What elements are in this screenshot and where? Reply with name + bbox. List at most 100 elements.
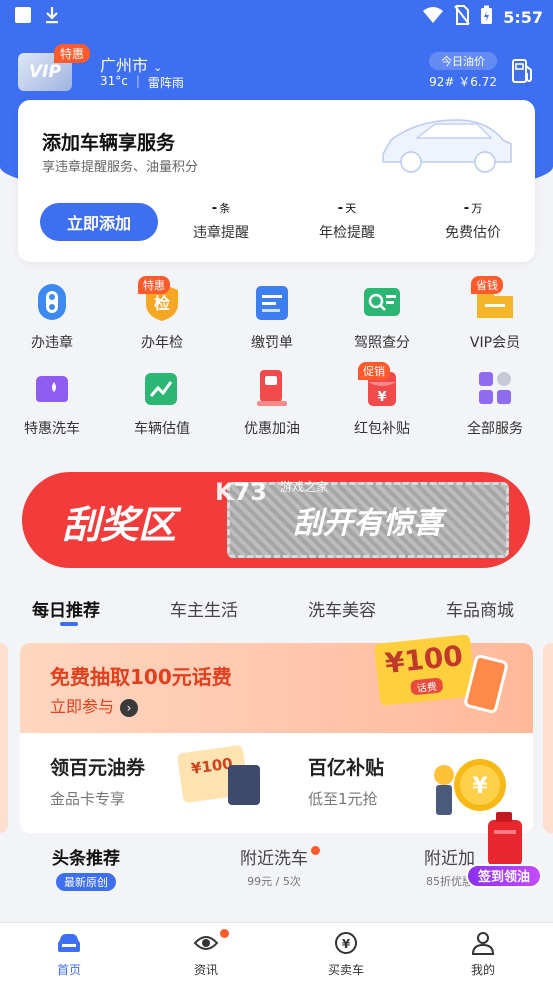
sign-in-label: 签到领油 — [466, 864, 542, 888]
grid-badge: 促销 — [358, 362, 390, 380]
ticket-tag: 话费 — [410, 677, 444, 696]
grid-item-label: 办年检 — [141, 335, 183, 351]
grid-badge: 省钱 — [471, 276, 503, 294]
fuel-can-icon — [484, 810, 528, 872]
violation-icon — [32, 282, 72, 322]
yuan-exchange-icon: ¥ — [333, 932, 359, 959]
nav-label: 首页 — [56, 963, 81, 977]
grid-item-label: 红包补贴 — [354, 421, 410, 437]
nav-profile[interactable]: 我的 — [443, 931, 523, 978]
grid-item-valuation[interactable]: 车辆估值 — [112, 368, 212, 438]
oil-price-value: 92# ￥6.72 — [429, 75, 497, 89]
feed-tab-title: 附近洗车 — [240, 849, 308, 869]
grid-item-label: 车辆估值 — [134, 421, 190, 437]
nav-label: 买卖车 — [327, 963, 364, 977]
feed-tab-headlines[interactable]: 头条推荐 最新原创 — [52, 844, 120, 891]
notification-dot — [311, 846, 320, 855]
nav-news[interactable]: 资讯 — [166, 931, 246, 978]
feed-tab-pill: 最新原创 — [56, 873, 116, 891]
grid-item-all[interactable]: 全部服务 — [445, 368, 545, 438]
grid-item-label: 特惠洗车 — [24, 421, 80, 437]
oil-can-icon — [228, 765, 260, 805]
battery-icon — [480, 5, 493, 29]
promo-cta[interactable]: 立即参与 › — [50, 693, 139, 717]
stat-unit: 条 — [219, 202, 231, 215]
tab-car-wash[interactable]: 洗车美容 — [308, 596, 376, 621]
nav-home[interactable]: 首页 — [29, 931, 109, 978]
grid-item-car-wash[interactable]: 特惠洗车 — [2, 368, 102, 438]
home-car-icon — [56, 934, 82, 959]
svg-text:检: 检 — [154, 294, 170, 313]
watermark-sub: 游戏之家 — [280, 480, 329, 494]
scratch-area-text: 刮开有惊喜 — [293, 506, 443, 541]
grid-item-inspection[interactable]: 特惠 检 办年检 — [112, 276, 212, 352]
sub-promo-fuel-coupon[interactable]: 领百元油券 金品卡专享 — [50, 753, 145, 809]
download-icon — [44, 6, 60, 28]
car-outline-icon — [377, 110, 517, 184]
promo-cta-label: 立即参与 — [50, 697, 115, 716]
stat-label: 违章提醒 — [193, 225, 249, 241]
tab-indicator — [60, 622, 78, 626]
grid-item-fuel[interactable]: 优惠加油 — [222, 368, 322, 438]
tab-owner-life[interactable]: 车主生活 — [170, 596, 238, 621]
nav-label: 资讯 — [193, 963, 218, 977]
car-wash-icon — [32, 368, 72, 408]
tab-mall[interactable]: 车品商城 — [446, 596, 514, 621]
promo-banner[interactable]: 免费抽取100元话费 立即参与 › ¥100 话费 — [20, 634, 533, 733]
grid-item-ticket[interactable]: 缴罚单 — [222, 282, 322, 352]
fuel-icon — [252, 368, 292, 408]
vip-text: VIP — [29, 62, 61, 82]
fuel-pump-icon[interactable] — [511, 58, 535, 88]
grid-item-red-packet[interactable]: 促销 ¥ 红包补贴 — [332, 362, 432, 438]
sub-promo-subsidy[interactable]: 百亿补贴 低至1元抢 — [308, 753, 384, 809]
sub-promo-title: 百亿补贴 — [308, 757, 385, 779]
header: VIP 特惠 广州市 ⌄ 31°c | 雷阵雨 今日油价 92# ￥6.72 — [0, 40, 553, 100]
stat-value: - — [211, 201, 218, 216]
stat-valuation[interactable]: -万 免费估价 — [418, 200, 528, 242]
grid-item-vip[interactable]: 省钱 VIP会员 — [445, 276, 545, 352]
tab-daily[interactable]: 每日推荐 — [32, 596, 100, 621]
city-selector[interactable]: 广州市 ⌄ — [100, 52, 162, 76]
weather: 31°c | 雷阵雨 — [100, 74, 184, 91]
ticket-icon — [252, 282, 292, 322]
weather-text: 雷阵雨 — [147, 76, 184, 90]
sign-in-fuel-float[interactable]: 签到领油 — [466, 810, 546, 890]
add-vehicle-title: 添加车辆享服务 — [42, 132, 176, 154]
scratch-banner-left-text: 刮奖区 — [62, 503, 177, 547]
feed-tab-nearby-wash[interactable]: 附近洗车 99元 / 5次 — [240, 844, 308, 889]
grid-item-label: VIP会员 — [469, 335, 521, 351]
grid-item-violation[interactable]: 办违章 — [2, 282, 102, 352]
svg-text:¥: ¥ — [377, 390, 386, 405]
grid-item-label: 办违章 — [31, 335, 73, 351]
scratch-area[interactable]: 刮开有惊喜 — [227, 482, 509, 558]
phone-credit-ticket: ¥100 话费 — [374, 634, 476, 706]
feed-tab-title: 头条推荐 — [52, 849, 120, 869]
ticket-value: ¥100 — [383, 639, 465, 681]
square-icon — [14, 6, 32, 28]
carousel-next-peek[interactable] — [543, 643, 553, 833]
stat-value: - — [463, 201, 470, 216]
chevron-down-icon: ⌄ — [153, 61, 163, 74]
stat-violations[interactable]: -条 违章提醒 — [166, 200, 276, 242]
sub-promo-subtitle: 金品卡专享 — [50, 790, 126, 808]
grid-item-label: 驾照查分 — [354, 335, 410, 351]
svg-text:¥: ¥ — [472, 774, 488, 799]
content-tabs: 每日推荐 车主生活 洗车美容 车品商城 — [0, 592, 553, 632]
add-vehicle-button[interactable]: 立即添加 — [40, 203, 158, 241]
nav-label: 我的 — [470, 963, 495, 977]
oil-price[interactable]: 今日油价 92# ￥6.72 — [429, 52, 497, 90]
sub-promo-title: 领百元油券 — [50, 757, 146, 779]
nav-trade[interactable]: ¥ 买卖车 — [306, 931, 386, 978]
user-icon — [470, 932, 496, 959]
carousel-prev-peek[interactable] — [0, 643, 8, 833]
stat-unit: 万 — [471, 202, 483, 215]
grid-item-label: 缴罚单 — [251, 335, 293, 351]
scratch-banner[interactable]: 刮奖区 刮开有惊喜 — [22, 472, 530, 568]
sub-promos: 领百元油券 金品卡专享 ¥100 百亿补贴 低至1元抢 ¥ — [20, 733, 533, 833]
stat-unit: 天 — [345, 202, 357, 215]
divider: | — [135, 74, 140, 88]
stat-inspection[interactable]: -天 年检提醒 — [292, 200, 402, 242]
promo-title: 免费抽取100元话费 — [50, 665, 232, 689]
grid-item-license[interactable]: 驾照查分 — [332, 282, 432, 352]
license-icon — [362, 282, 402, 322]
